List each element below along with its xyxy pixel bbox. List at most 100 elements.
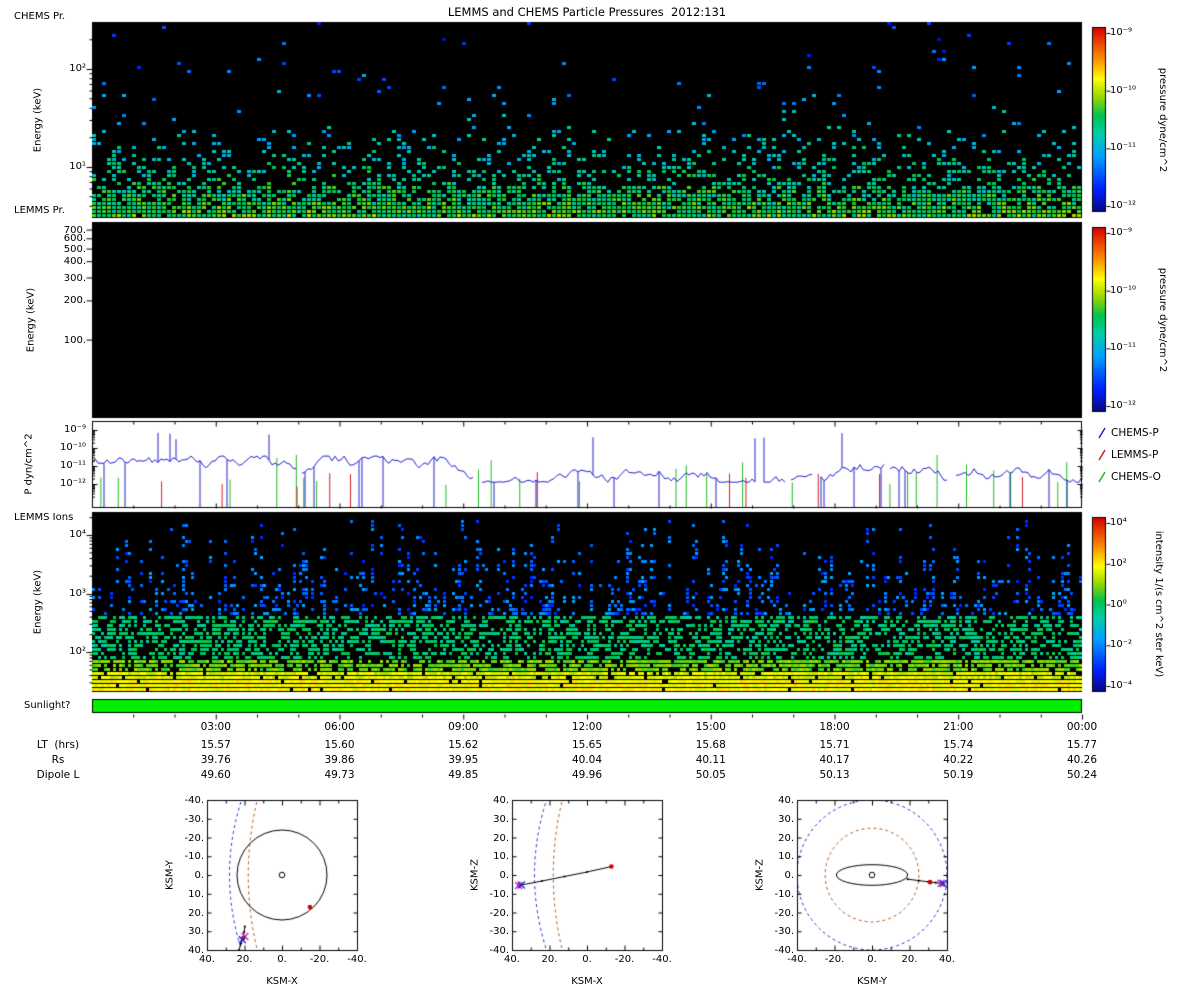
ytick-label-pressure: 10⁻⁹ (63, 424, 86, 435)
orbit-ytick-label: 0. (499, 870, 509, 881)
ytick-label-ions: 10² (69, 646, 86, 657)
orbit-xtick-label: -20. (824, 954, 845, 965)
ytick-label-lemms: 200. (63, 295, 86, 307)
ephemeris-value: 15.57 (200, 739, 231, 751)
ephemeris-value: 50.19 (943, 769, 974, 781)
orbit-ytick-label: 10. (778, 851, 794, 863)
orbit2-xlabel: KSM-X (571, 976, 603, 987)
colorbar-label-pressure-top: pressure dyne/cm^2 (1156, 67, 1168, 173)
ephemeris-value: 15.60 (324, 739, 355, 751)
colorbar-tick-label: 10⁻⁴ (1110, 680, 1133, 691)
ephemeris-row-label-dipole: Dipole L (36, 769, 80, 781)
colorbar-label-pressure-bottom: pressure dyne/cm^2 (1156, 267, 1168, 373)
orbit-ytick-label: 0. (784, 870, 794, 881)
ytick-label-ions: 10⁴ (69, 529, 86, 540)
orbit-ytick-label: -20. (489, 907, 509, 919)
orbit-ytick-label: -10. (184, 851, 204, 863)
ephemeris-value: 40.26 (1066, 754, 1098, 766)
ephemeris-value: 15.68 (695, 739, 726, 751)
orbit-xtick-label: -40. (787, 954, 807, 965)
colorbar-tick-label: 10⁻¹⁰ (1110, 284, 1137, 296)
time-tick-label: 12:00 (571, 721, 603, 733)
orbit-xtick-label: -40. (652, 954, 672, 965)
orbit3-xlabel: KSM-Y (856, 976, 888, 987)
ephemeris-value: 49.85 (448, 769, 479, 781)
orbit-ytick-label: 30. (778, 813, 794, 825)
colorbar-tick-label: 10⁻⁹ (1110, 227, 1133, 238)
ephemeris-value: 15.62 (448, 739, 479, 751)
time-tick-label: 06:00 (324, 721, 355, 733)
orbit-ytick-label: -30. (774, 926, 794, 938)
orbit-ytick-label: 20. (188, 907, 204, 919)
ytick-label-ions: 10³ (69, 588, 86, 599)
orbit-ytick-label: 40. (778, 795, 794, 806)
ephemeris-row-label-lt: LT (hrs) (36, 739, 80, 751)
ytick-label-pressure: 10⁻¹⁰ (59, 442, 86, 453)
time-tick-label: 18:00 (819, 721, 850, 733)
panel-label-ions: LEMMS Ions (14, 512, 74, 523)
colorbar-tick-label: 10⁰ (1110, 598, 1127, 610)
ytick-label-lemms: 500. (63, 243, 86, 255)
legend-item-lemms-p: LEMMS-P (1096, 448, 1158, 462)
ephemeris-value: 15.77 (1066, 739, 1098, 751)
colorbar-tick-label: 10⁻⁹ (1110, 27, 1133, 38)
orbit-ytick-label: -40. (184, 795, 204, 806)
ephemeris-value: 50.05 (695, 769, 726, 781)
orbit-ytick-label: 20. (778, 832, 794, 844)
colorbar-tick-label: 10⁴ (1110, 517, 1127, 528)
colorbar-label-intensity: intensity 1/(s cm^2 ster keV) (1152, 530, 1164, 678)
ephemeris-value: 50.24 (1066, 769, 1098, 781)
time-tick-label: 15:00 (695, 721, 726, 733)
ephemeris-value: 49.96 (571, 769, 603, 781)
legend-item-chems-o: CHEMS-O (1096, 470, 1161, 484)
ephemeris-value: 15.71 (819, 739, 850, 751)
orbit-xtick-label: -40. (347, 954, 367, 965)
colorbar-tick-label: 10² (1110, 557, 1127, 569)
ephemeris-value: 39.95 (448, 754, 479, 766)
y-axis-label-lemms: Energy (keV) (25, 287, 37, 353)
ephemeris-row-label-rs: Rs (51, 754, 65, 766)
colorbar-tick-label: 10⁻¹¹ (1110, 142, 1137, 154)
ytick-label-lemms: 300. (63, 272, 86, 284)
plot-canvas (0, 0, 1200, 1000)
legend-line-lemms-p-icon (1098, 449, 1106, 461)
orbit-ytick-label: 40. (493, 795, 509, 806)
orbit-ytick-label: -10. (489, 888, 509, 900)
orbit-ytick-label: 30. (493, 813, 509, 825)
orbit-ytick-label: -20. (184, 832, 204, 844)
orbit-xtick-label: -20. (309, 954, 330, 965)
ephemeris-value: 39.76 (200, 754, 231, 766)
legend-line-chems-p-icon (1098, 427, 1106, 439)
time-tick-label: 09:00 (448, 721, 479, 733)
ytick-label-lemms: 400. (63, 256, 86, 268)
orbit-xtick-label: 0. (277, 954, 287, 965)
legend-label-chems-o: CHEMS-O (1111, 471, 1161, 483)
legend-label-chems-p: CHEMS-P (1111, 427, 1159, 439)
ephemeris-value: 15.65 (571, 739, 603, 751)
ephemeris-value: 40.11 (695, 754, 726, 766)
plot-title: LEMMS and CHEMS Particle Pressures 2012:… (447, 5, 727, 19)
ytick-label-lemms: 100. (63, 334, 86, 346)
y-axis-label-chems: Energy (keV) (32, 87, 44, 153)
colorbar-tick-label: 10⁻¹¹ (1110, 342, 1137, 354)
orbit-ytick-label: -30. (489, 926, 509, 938)
particle-pressure-plot-page: LEMMS and CHEMS Particle Pressures 2012:… (0, 0, 1200, 1000)
ytick-label-chems: 10² (69, 63, 86, 74)
orbit-ytick-label: 30. (188, 926, 204, 938)
time-tick-label: 21:00 (943, 721, 974, 733)
orbit-ytick-label: 10. (188, 888, 204, 900)
ephemeris-value: 40.04 (571, 754, 603, 766)
time-tick-label: 03:00 (200, 721, 231, 733)
time-tick-label: 00:00 (1066, 721, 1098, 733)
ephemeris-value: 39.86 (324, 754, 355, 766)
orbit-xtick-label: 20. (901, 954, 918, 965)
orbit-xtick-label: 40. (504, 954, 520, 965)
panel-label-lemms: LEMMS Pr. (14, 205, 65, 216)
orbit-xtick-label: 20. (541, 954, 558, 965)
orbit-xtick-label: 20. (236, 954, 253, 965)
ephemeris-value: 49.73 (324, 769, 355, 781)
colorbar-tick-label: 10⁻¹² (1110, 400, 1137, 411)
legend-line-chems-o-icon (1098, 471, 1106, 483)
ephemeris-value: 15.74 (943, 739, 974, 751)
panel-label-chems: CHEMS Pr. (14, 11, 66, 22)
